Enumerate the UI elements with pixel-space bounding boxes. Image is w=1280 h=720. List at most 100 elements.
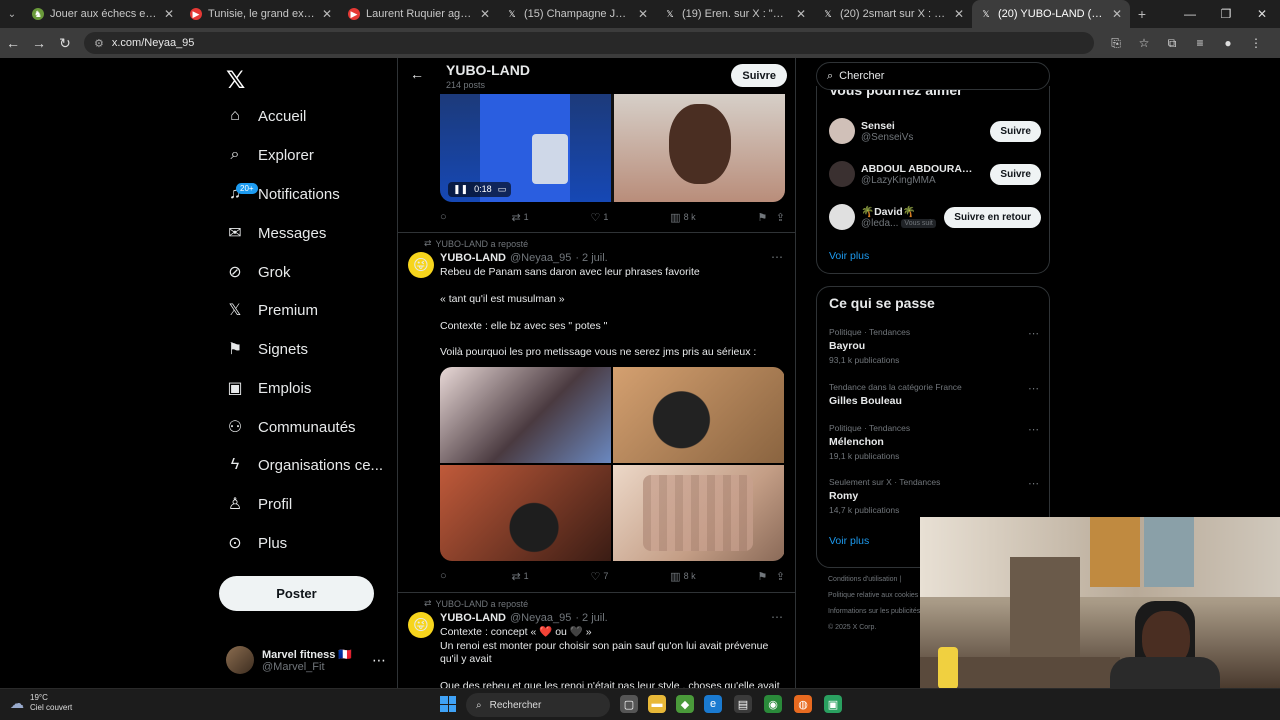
media-image[interactable] [440, 367, 611, 463]
browser-tab[interactable]: ▶ Tunisie, le grand exode des mé ✕ [182, 0, 340, 28]
like-button[interactable]: ♡ 7 [590, 570, 608, 583]
follow-button[interactable]: Suivre [731, 64, 787, 87]
more-icon[interactable]: ⋯ [372, 652, 386, 669]
repost-indicator[interactable]: ⇄ YUBO-LAND a reposté [424, 598, 528, 609]
suggestion-item[interactable]: ABDOUL ABDOURAGU... @LazyKingMMA Suivre [829, 159, 1041, 189]
browser-tab[interactable]: 𝕏 (20) 2smart sur X : "@BassemTi ✕ [814, 0, 972, 28]
close-tab-icon[interactable]: ✕ [322, 7, 332, 21]
footer-link[interactable]: Politique relative aux cookies [828, 588, 920, 604]
nav-premium[interactable]: 𝕏 Premium [224, 295, 318, 325]
browser-tab[interactable]: ▶ Laurent Ruquier agresse un ✕ [340, 0, 498, 28]
author-handle[interactable]: @Neyaa_95 [510, 252, 571, 264]
back-arrow-icon[interactable]: ← [410, 66, 424, 82]
trend-item[interactable]: Tendance dans la catégorie France Gilles… [829, 382, 1039, 407]
app-icon[interactable]: ▣ [824, 695, 842, 713]
caption-icon[interactable]: ▭ [498, 184, 507, 195]
browser-tab[interactable]: ♞ Jouer aux échecs en ligne contr ✕ [24, 0, 182, 28]
reload-icon[interactable]: ↻ [52, 35, 78, 52]
nav-notifications[interactable]: ♫ 20+ Notifications [224, 179, 340, 209]
video-media[interactable]: ❚❚ 0:18 ▭ [440, 94, 785, 202]
follow-back-button[interactable]: Suivre en retour [944, 206, 1041, 228]
account-switcher[interactable]: Marvel fitness 🇫🇷 @Marvel_Fit ⋯ [226, 643, 386, 677]
close-tab-icon[interactable]: ✕ [954, 7, 964, 21]
close-tab-icon[interactable]: ✕ [796, 7, 806, 21]
bookmark-button[interactable]: ⚑ ⇪ [757, 570, 785, 583]
suggestion-item[interactable]: 🌴David🌴 @leda... Vous suit Suivre en retou… [829, 202, 1041, 232]
close-window-icon[interactable]: ✕ [1244, 0, 1280, 28]
nav-grok[interactable]: ⊘ Grok [224, 257, 290, 287]
avatar[interactable]: 😜 [408, 252, 434, 278]
more-icon[interactable]: ⋯ [1028, 423, 1039, 436]
footer-link[interactable]: Informations sur les publicités [828, 604, 920, 620]
more-icon[interactable]: ⋯ [1028, 327, 1039, 340]
media-image[interactable] [613, 367, 784, 463]
footer-link[interactable]: Conditions d'utilisation | [828, 572, 920, 588]
star-icon[interactable]: ☆ [1130, 36, 1158, 51]
nav-communities[interactable]: ⚇ Communautés [224, 412, 356, 442]
extensions-icon[interactable]: ⧉ [1158, 36, 1186, 51]
repost-button[interactable]: ⇄ 1 [511, 570, 528, 583]
pause-icon[interactable]: ❚❚ [453, 184, 468, 195]
weather-widget[interactable]: ☁ 19°C Ciel couvert [10, 693, 72, 713]
see-more-link[interactable]: Voir plus [829, 535, 869, 547]
share-icon[interactable]: ⇪ [776, 211, 785, 224]
install-app-icon[interactable]: ⎘ [1102, 36, 1130, 51]
follow-button[interactable]: Suivre [990, 163, 1041, 185]
playlist-icon[interactable]: ≡ [1186, 36, 1214, 51]
close-tab-icon[interactable]: ✕ [1112, 7, 1122, 21]
views-button[interactable]: ▥ 8 k [670, 570, 695, 583]
post-button[interactable]: Poster [219, 576, 374, 611]
search-input[interactable]: ⌕ Chercher [816, 62, 1050, 90]
new-tab-icon[interactable]: + [1130, 6, 1154, 22]
author-handle[interactable]: @Neyaa_95 [510, 612, 571, 624]
reply-button[interactable]: ○ [440, 570, 450, 582]
firefox-icon[interactable]: ◍ [794, 695, 812, 713]
video-controls[interactable]: ❚❚ 0:18 ▭ [448, 182, 512, 197]
more-icon[interactable]: ⋯ [771, 610, 783, 624]
browser-tab[interactable]: 𝕏 (15) Champagne Joshi sur X : " ✕ [498, 0, 656, 28]
trend-item[interactable]: Politique · Tendances Bayrou 93,1 k publ… [829, 327, 1039, 365]
profile-icon[interactable]: ● [1214, 36, 1242, 51]
more-icon[interactable]: ⋯ [1028, 382, 1039, 395]
author-name[interactable]: YUBO-LAND [440, 252, 506, 264]
like-button[interactable]: ♡ 1 [590, 211, 608, 224]
taskbar-search[interactable]: ⌕ Rechercher [466, 693, 610, 717]
forward-icon[interactable]: → [26, 35, 52, 51]
x-logo-icon[interactable]: 𝕏 [226, 66, 245, 95]
edge-icon[interactable]: e [704, 695, 722, 713]
post-date[interactable]: · 2 juil. [575, 252, 607, 264]
maximize-icon[interactable]: ❐ [1208, 0, 1244, 28]
chrome-icon[interactable]: ◉ [764, 695, 782, 713]
see-more-link[interactable]: Voir plus [829, 250, 869, 262]
browser-tab-active[interactable]: 𝕏 (20) YUBO-LAND (@Neyaa_95) ✕ [972, 0, 1130, 28]
trend-item[interactable]: Politique · Tendances Mélenchon 19,1 k p… [829, 423, 1039, 461]
store-icon[interactable]: ▤ [734, 695, 752, 713]
more-icon[interactable]: ⋯ [1028, 477, 1039, 490]
browser-tab[interactable]: 𝕏 (19) Eren. sur X : "Ptdddddrrr ✕ [656, 0, 814, 28]
share-icon[interactable]: ⇪ [776, 570, 785, 583]
nav-organisations[interactable]: ϟ Organisations ce... [224, 450, 383, 480]
avatar[interactable]: 😜 [408, 612, 434, 638]
more-icon[interactable]: ⋯ [771, 250, 783, 264]
tab-search-icon[interactable]: ⌄ [0, 9, 24, 20]
post-date[interactable]: · 2 juil. [575, 612, 607, 624]
windows-start-icon[interactable] [440, 696, 456, 712]
close-tab-icon[interactable]: ✕ [164, 7, 174, 21]
file-explorer-icon[interactable]: ▬ [648, 695, 666, 713]
author-name[interactable]: YUBO-LAND [440, 612, 506, 624]
media-image[interactable] [613, 465, 784, 561]
nav-more[interactable]: ⊙ Plus [224, 528, 287, 558]
suggestion-item[interactable]: Sensei @SenseiVs Suivre [829, 116, 1041, 146]
nav-messages[interactable]: ✉ Messages [224, 218, 326, 248]
nav-bookmarks[interactable]: ⚑ Signets [224, 334, 308, 364]
back-icon[interactable]: ← [0, 35, 26, 51]
views-button[interactable]: ▥ 8 k [670, 211, 695, 224]
close-tab-icon[interactable]: ✕ [638, 7, 648, 21]
close-tab-icon[interactable]: ✕ [480, 7, 490, 21]
nvidia-icon[interactable]: ◆ [676, 695, 694, 713]
reply-button[interactable]: ○ [440, 211, 450, 223]
menu-icon[interactable]: ⋮ [1242, 36, 1270, 51]
repost-button[interactable]: ⇄ 1 [511, 211, 528, 224]
follow-button[interactable]: Suivre [990, 120, 1041, 142]
site-info-icon[interactable]: ⚙ [94, 37, 104, 50]
